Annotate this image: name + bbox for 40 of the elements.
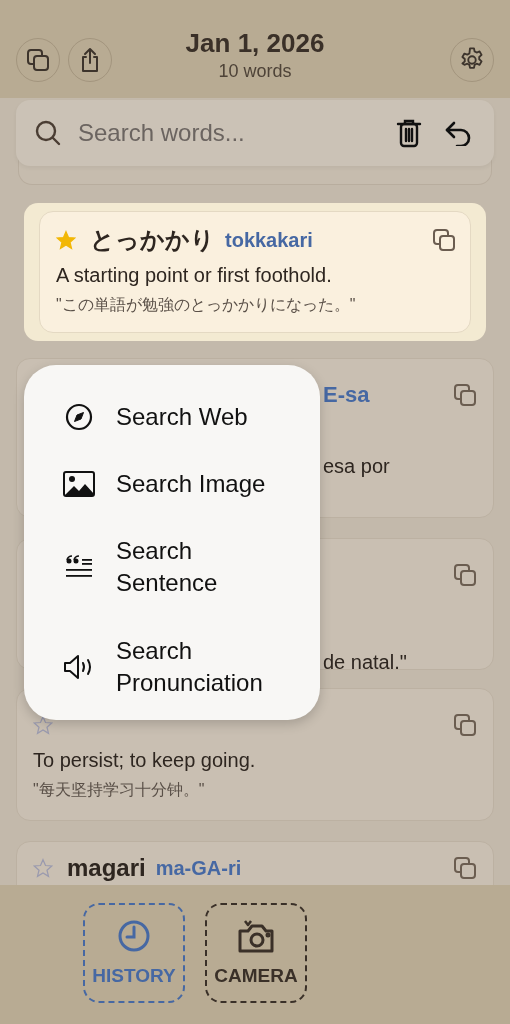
search-icon xyxy=(34,119,62,147)
tab[interactable]: CAMERA xyxy=(205,903,307,1003)
settings-button[interactable] xyxy=(450,38,494,82)
copy-button[interactable] xyxy=(16,38,60,82)
word-text: magari xyxy=(67,854,146,882)
example-text: "この単語が勉強のとっかかりになった。" xyxy=(56,295,357,315)
word-count: 10 words xyxy=(217,61,293,82)
definition-text: esa por xyxy=(323,455,391,478)
word-card[interactable]: とっかかり tokkakari A starting point or first foothold. "この単語が勉強のとっかかりになった。" xyxy=(39,211,471,333)
clock-icon xyxy=(117,919,151,953)
image-icon xyxy=(63,470,95,497)
search-input[interactable]: Search words... xyxy=(76,118,378,148)
copy-icon[interactable] xyxy=(453,563,477,587)
star-icon[interactable] xyxy=(33,858,53,878)
copy-icon[interactable] xyxy=(453,713,477,737)
definition-text: To persist; to keep going. xyxy=(33,749,257,772)
example-text: "每天坚持学习十分钟。" xyxy=(33,780,206,800)
reading-text: ma-GA-ri xyxy=(155,856,242,880)
copy-icon[interactable] xyxy=(453,383,477,407)
menu-item[interactable]: Search Image xyxy=(24,450,320,517)
search-field[interactable]: Search words... xyxy=(16,100,494,166)
copy-icon[interactable] xyxy=(453,856,477,880)
word-text: とっかかり xyxy=(90,225,215,255)
star-icon[interactable] xyxy=(56,230,76,250)
definition-text: A starting point or first foothold. xyxy=(56,264,333,287)
reading-text: E-sa xyxy=(323,382,370,408)
star-icon[interactable] xyxy=(33,715,53,735)
share-icon xyxy=(79,47,101,73)
share-button[interactable] xyxy=(68,38,112,82)
menu-item[interactable]: Search Web xyxy=(24,383,320,450)
quote-lines-icon xyxy=(65,555,93,579)
reading-text: tokkakari xyxy=(225,228,313,252)
date-title: Jan 1, 2026 xyxy=(184,28,326,59)
copy-icon[interactable] xyxy=(432,228,456,252)
copy-icon xyxy=(26,48,50,72)
camera-icon xyxy=(236,919,276,953)
compass-icon xyxy=(64,401,94,432)
word-card[interactable]: magari ma-GA-ri xyxy=(16,841,494,885)
example-text: de natal." xyxy=(323,651,408,674)
menu-item[interactable]: Search Sentence xyxy=(24,517,320,617)
